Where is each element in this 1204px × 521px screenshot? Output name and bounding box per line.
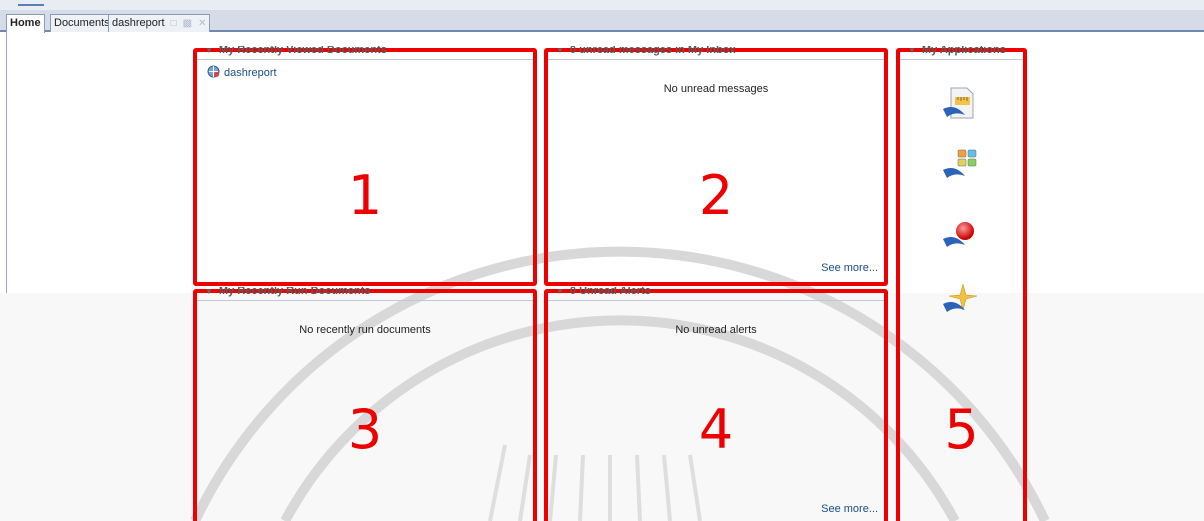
collapse-arrow-icon[interactable]: ▼ <box>908 46 916 55</box>
recently-run-portlet: ▼ My Recently Run Documents No recently r… <box>193 287 537 521</box>
tab-home[interactable]: Home <box>6 14 45 33</box>
tab-documents-label: Documents <box>54 17 110 29</box>
recently-viewed-portlet: ▼ My Recently Viewed Documents dashreport… <box>193 46 537 286</box>
recently-viewed-title-text: My Recently Viewed Documents <box>218 46 387 56</box>
top-strip-mark <box>18 4 44 6</box>
recent-document-link[interactable]: dashreport <box>207 65 277 79</box>
alerts-see-more-link[interactable]: See more... <box>821 503 878 515</box>
alerts-title[interactable]: ▼ 0 Unread Alerts <box>548 287 884 301</box>
collapse-arrow-icon[interactable]: ▼ <box>205 46 213 55</box>
inbox-title-text: 0 unread messages in My Inbox <box>569 46 736 56</box>
tab-dashreport[interactable]: dashreport □ ▩ ✕ <box>108 14 211 32</box>
report-app-icon[interactable] <box>941 85 977 121</box>
recently-run-title-text: My Recently Run Documents <box>218 287 371 297</box>
applications-title-text: My Applications <box>921 46 1006 56</box>
tab-dashreport-label: dashreport <box>112 17 165 29</box>
document-globe-icon <box>207 65 220 78</box>
inbox-title[interactable]: ▼ 0 unread messages in My Inbox <box>548 46 884 60</box>
recently-run-title[interactable]: ▼ My Recently Run Documents <box>197 287 533 301</box>
alerts-title-text: 0 Unread Alerts <box>569 287 651 297</box>
inbox-portlet: ▼ 0 unread messages in My Inbox No unread… <box>544 46 888 286</box>
tab-restore-icon[interactable]: ▩ <box>183 18 192 29</box>
tab-home-label: Home <box>10 17 41 29</box>
annotation-number-2: 2 <box>698 164 734 227</box>
applications-title[interactable]: ▼ My Applications <box>900 46 1023 60</box>
inbox-empty-message: No unread messages <box>663 83 769 95</box>
tab-documents[interactable]: Documents <box>50 14 114 32</box>
recent-document-label: dashreport <box>224 67 277 79</box>
top-strip <box>0 0 1204 10</box>
explorer-app-icon[interactable] <box>941 217 977 253</box>
collapse-arrow-icon[interactable]: ▼ <box>556 287 564 296</box>
alerts-portlet: ▼ 0 Unread Alerts No unread alerts 4 See … <box>544 287 888 521</box>
annotation-number-5: 5 <box>944 398 979 461</box>
recently-viewed-title[interactable]: ▼ My Recently Viewed Documents <box>197 46 533 60</box>
alerts-empty-message: No unread alerts <box>675 324 757 336</box>
tab-pin-icon[interactable]: □ <box>171 18 177 29</box>
collapse-arrow-icon[interactable]: ▼ <box>556 46 564 55</box>
collapse-arrow-icon[interactable]: ▼ <box>205 287 213 296</box>
recently-run-empty-message: No recently run documents <box>299 324 431 336</box>
annotation-number-3: 3 <box>347 398 383 461</box>
annotation-number-1: 1 <box>347 164 383 227</box>
inbox-see-more-link[interactable]: See more... <box>821 262 878 274</box>
applications-portlet: ▼ My Applications 5 <box>896 46 1027 521</box>
tab-close-icon[interactable]: ✕ <box>198 18 206 29</box>
annotation-number-4: 4 <box>698 398 734 461</box>
dashboard-app-icon[interactable] <box>941 148 977 184</box>
tab-bar: Home Documents dashreport □ ▩ ✕ <box>0 10 1204 33</box>
analysis-app-icon[interactable] <box>941 282 977 318</box>
